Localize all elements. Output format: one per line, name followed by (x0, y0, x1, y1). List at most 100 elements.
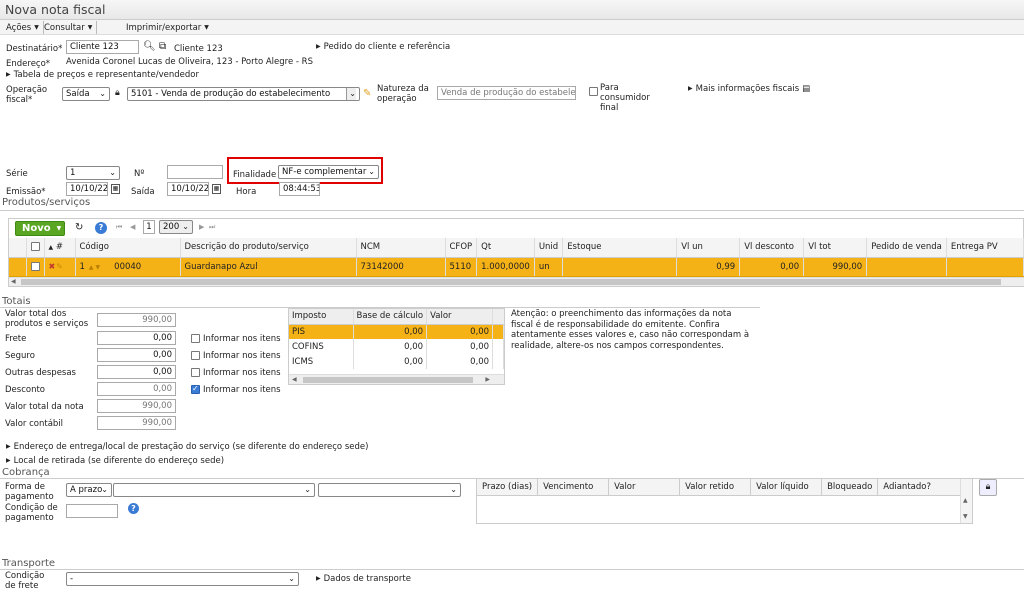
column-header[interactable]: Valor líquido (750, 479, 823, 496)
horizontal-scrollbar[interactable]: ◀ ▶ (289, 374, 504, 384)
scroll-up-icon: ▲ (963, 497, 968, 504)
forma-pagamento-extra-select[interactable]: ⌄ (318, 483, 461, 497)
atencao-text: Atenção: o preenchimento das informações… (511, 309, 750, 351)
local-retirada-link[interactable]: ▶ Local de retirada (se diferente do ende… (6, 456, 224, 466)
column-header[interactable]: Vencimento (537, 479, 610, 496)
condicao-pagamento-input[interactable] (66, 504, 118, 518)
base-cell: 0,00 (353, 354, 428, 369)
frete-input[interactable]: 0,00 (97, 331, 176, 345)
endereco-value: Avenida Coronel Lucas de Oliveira, 123 -… (66, 57, 313, 67)
horizontal-scrollbar[interactable]: ◀ (9, 277, 1024, 286)
edit-icon[interactable]: ✎ (56, 262, 63, 271)
column-header[interactable]: Entrega PV (946, 238, 1024, 258)
endereco-entrega-link[interactable]: ▶ Endereço de entrega/local de prestação … (6, 442, 368, 452)
sort-asc-icon: ▲ (48, 244, 54, 252)
mais-informacoes-link[interactable]: ▶ Mais informações fiscais ▤ (688, 84, 810, 94)
column-header[interactable]: Descrição do produto/serviço (180, 238, 357, 258)
row-checkbox[interactable] (30, 261, 40, 271)
column-header[interactable]: Valor (608, 479, 681, 496)
outras-despesas-input[interactable]: 0,00 (97, 365, 176, 379)
next-page-icon[interactable]: ▶ (199, 223, 204, 231)
first-page-icon[interactable]: ⏮ (116, 223, 122, 232)
column-header[interactable]: Pedido de venda (866, 238, 947, 258)
table-header-row: ▲ # Código Descrição do produto/serviço … (9, 238, 1024, 258)
consumidor-final-checkbox[interactable] (589, 87, 598, 96)
pedido-cliente-link[interactable]: ▶ Pedido do cliente e referência (316, 42, 450, 52)
outras-informar-checkbox[interactable] (191, 368, 200, 377)
column-header[interactable]: Prazo (dias) (477, 479, 539, 496)
dados-transporte-link[interactable]: ▶ Dados de transporte (316, 574, 411, 584)
lock-calc-button[interactable]: 🔒︎ (979, 479, 997, 496)
numero-label: Nº (134, 169, 145, 179)
calendar-icon[interactable]: ▦ (111, 184, 120, 194)
refresh-icon[interactable]: ↻ (75, 222, 83, 233)
table-row[interactable]: ICMS 0,00 0,00 (289, 354, 504, 369)
operacao-label: Operação fiscal* (6, 85, 48, 105)
column-header[interactable]: Vl desconto (739, 238, 805, 258)
column-header[interactable]: Valor retido (679, 479, 752, 496)
calendar-icon[interactable]: ▦ (212, 184, 221, 194)
column-header[interactable]: Vl tot (803, 238, 868, 258)
move-down-icon[interactable]: ▼ (96, 264, 101, 271)
column-header[interactable]: CFOP (445, 238, 478, 258)
expand-arrow-icon: ▶ (316, 43, 321, 50)
column-header[interactable]: Imposto (289, 309, 354, 325)
base-cell: 0,00 (353, 324, 428, 339)
column-header[interactable]: Unid (534, 238, 564, 258)
operacao-tipo-select[interactable]: Saída ⌄ (62, 87, 110, 101)
help-icon[interactable]: ? (95, 222, 107, 234)
serie-select[interactable]: 1 ⌄ (66, 166, 120, 180)
frete-informar-checkbox[interactable] (191, 334, 200, 343)
select-all-checkbox[interactable] (30, 242, 40, 252)
forma-pagamento-select[interactable]: A prazo ⌄ (66, 483, 112, 497)
menu-acoes[interactable]: Ações ▼ (2, 21, 44, 34)
tabela-precos-link[interactable]: ▶ Tabela de preços e representante/vended… (6, 70, 199, 80)
seguro-input[interactable]: 0,00 (97, 348, 176, 362)
destinatario-input[interactable]: Cliente 123 (66, 40, 139, 54)
table-row[interactable]: ✖✎ 1 ▲ ▼ 00040 Guardanapo Azul 73142000 511… (9, 257, 1024, 277)
finalidade-select[interactable]: NF-e complementar ⌄ (278, 165, 379, 179)
forma-pagamento-label: Forma de pagamento (5, 482, 54, 502)
menu-consultar[interactable]: Consultar ▼ (40, 21, 98, 34)
page-input[interactable]: 1 (143, 220, 155, 234)
column-header[interactable]: Base de cálculo (353, 309, 428, 325)
last-page-icon[interactable]: ⏭ (209, 223, 215, 232)
column-header[interactable]: Estoque (562, 238, 678, 258)
column-header[interactable]: NCM (356, 238, 446, 258)
column-header[interactable]: ▲ # (44, 238, 76, 258)
saida-input[interactable]: 10/10/22 (167, 182, 209, 196)
table-row[interactable]: COFINS 0,00 0,00 (289, 339, 504, 354)
desconto-input[interactable]: 0,00 (97, 382, 176, 396)
search-icon[interactable]: 🔍︎ (143, 41, 156, 52)
menu-imprimir-exportar[interactable]: Imprimir/exportar ▼ (122, 21, 213, 34)
operacao-cfop-select[interactable]: 5101 - Venda de produção do estabelecime… (127, 87, 360, 101)
prev-page-icon[interactable]: ◀ (130, 223, 135, 231)
external-link-icon[interactable]: ⧉ (159, 41, 166, 52)
numero-input[interactable] (167, 165, 223, 179)
pencil-icon[interactable]: ✎ (363, 88, 371, 99)
natureza-input[interactable]: Venda de produção do estabelecime (437, 86, 576, 100)
divider (0, 210, 1024, 211)
novo-button[interactable]: Novo ▼ (15, 221, 65, 236)
column-header[interactable]: Código (75, 238, 181, 258)
vertical-scrollbar[interactable]: ▲ ▼ (960, 479, 972, 523)
column-header[interactable]: Qt (476, 238, 535, 258)
destinatario-link[interactable]: Cliente 123 (174, 44, 223, 54)
column-header[interactable]: Valor (426, 309, 494, 325)
column-header[interactable]: Bloqueado (821, 479, 879, 496)
move-up-icon[interactable]: ▲ (89, 264, 94, 271)
forma-pagamento-detalhe-select[interactable]: ⌄ (113, 483, 315, 497)
scroll-left-icon: ◀ (11, 278, 16, 285)
column-header[interactable]: Vl un (676, 238, 741, 258)
delete-icon[interactable]: ✖ (49, 262, 56, 271)
emissao-input[interactable]: 10/10/22 (66, 182, 108, 196)
condicao-frete-select[interactable]: - ⌄ (66, 572, 299, 586)
chevron-down-icon: ⌄ (99, 89, 106, 98)
table-row[interactable]: PIS 0,00 0,00 (289, 324, 504, 339)
desconto-informar-checkbox[interactable] (191, 384, 200, 394)
seguro-informar-checkbox[interactable] (191, 351, 200, 360)
help-icon[interactable]: ? (128, 503, 139, 514)
column-header[interactable]: Adiantado? (877, 479, 961, 496)
page-size-select[interactable]: 200 ⌄ (159, 220, 193, 234)
hora-input[interactable]: 08:44:53 (279, 182, 320, 196)
